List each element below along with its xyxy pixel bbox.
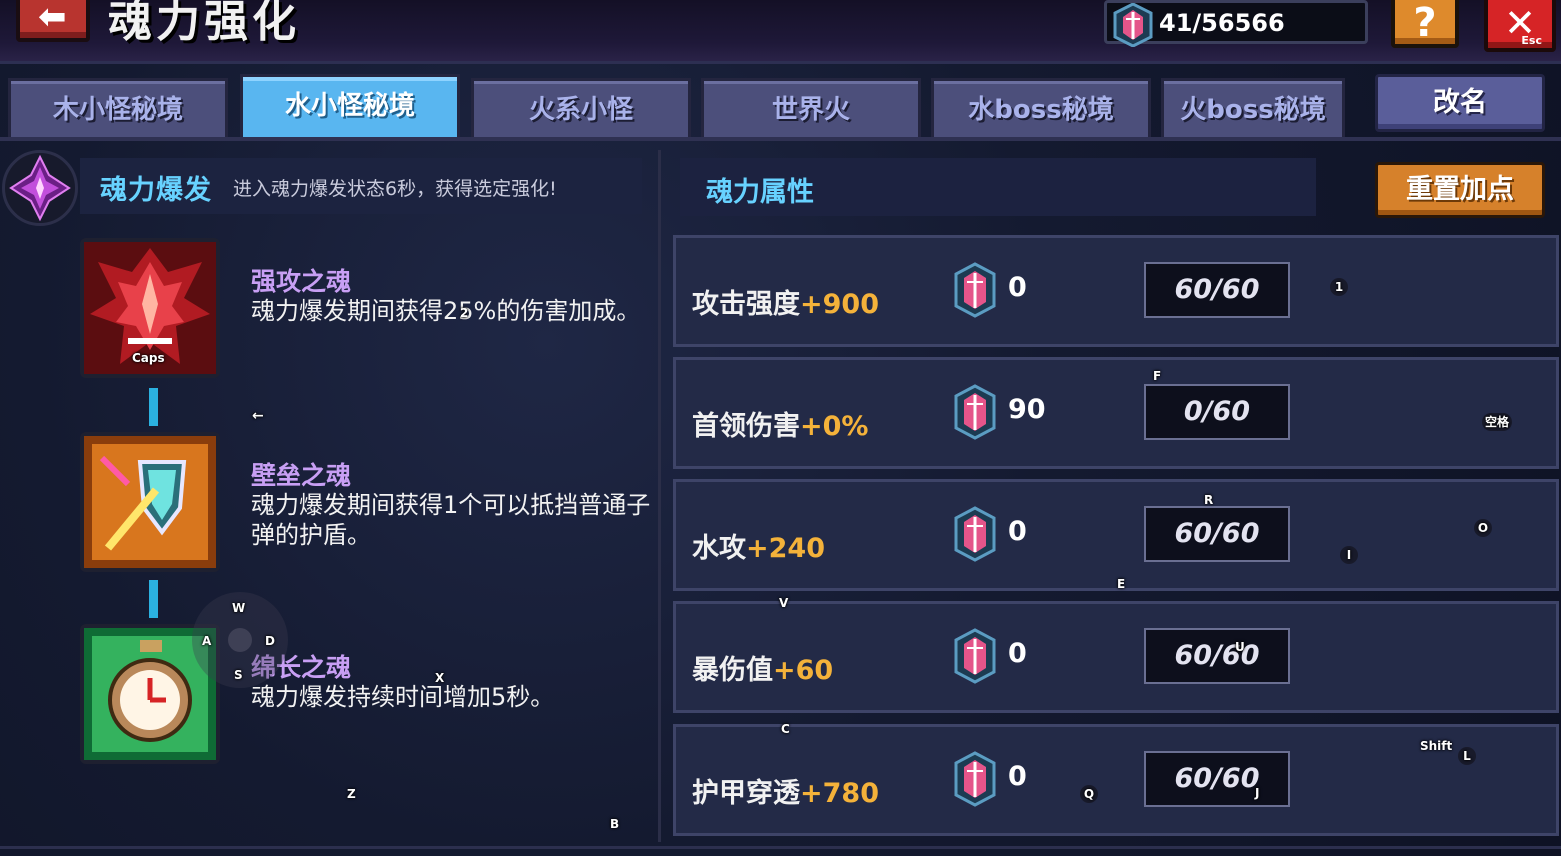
- attribute-row-water-attack: 水攻+240 0 60/60: [673, 479, 1559, 591]
- close-button[interactable]: ✕ Esc: [1484, 0, 1556, 52]
- key-hint-z: Z: [347, 787, 356, 801]
- shield-sword-icon: [84, 436, 216, 568]
- attribute-label: 护甲穿透+780: [692, 778, 879, 809]
- attribute-cost: 0: [1008, 638, 1027, 669]
- soul-count: 41/56566: [1159, 9, 1285, 37]
- key-hint-a: A: [202, 634, 212, 648]
- soul-gem-icon: [952, 751, 998, 811]
- attribute-label: 攻击强度+900: [692, 289, 879, 320]
- skill-description: 魂力爆发期间获得25%的伤害加成。: [251, 297, 641, 325]
- key-hint-o: O: [1474, 519, 1492, 537]
- skill-enduring-soul[interactable]: 绵长之魂 魂力爆发持续时间增加5秒。: [80, 624, 660, 766]
- rename-button[interactable]: 改名: [1375, 74, 1545, 132]
- skill-bulwark-soul[interactable]: 壁垒之魂 魂力爆发期间获得1个可以抵挡普通子弹的护盾。: [80, 432, 660, 574]
- attribute-label: 首领伤害+0%: [692, 411, 869, 442]
- soul-burst-description: 进入魂力爆发状态6秒，获得选定强化!: [233, 178, 557, 200]
- soul-burst-crystal-icon: [2, 150, 78, 226]
- attribute-row-crit-damage: 暴伤值+60 0 60/60: [673, 601, 1559, 713]
- attribute-level-button[interactable]: 60/60: [1144, 751, 1290, 807]
- attribute-cost: 0: [1008, 761, 1027, 792]
- key-hint-c: C: [781, 722, 790, 736]
- key-hint-2: 2: [460, 306, 469, 320]
- key-hint-v: V: [779, 596, 789, 610]
- skill-name: 壁垒之魂: [251, 461, 352, 490]
- attribute-level-button[interactable]: 0/60: [1144, 384, 1290, 440]
- tab-wood-minion-realm[interactable]: 木小怪秘境: [8, 78, 228, 138]
- soul-attributes-header: 魂力属性: [680, 158, 1316, 216]
- key-hint-u: U: [1235, 640, 1245, 654]
- attribute-label: 水攻+240: [692, 533, 825, 564]
- key-hint-space: 空格: [1482, 413, 1512, 431]
- joystick-knob[interactable]: [228, 628, 252, 652]
- soul-burst-title: 魂力爆发: [100, 175, 212, 206]
- tab-fire-minions[interactable]: 火系小怪: [471, 78, 691, 138]
- back-arrow-icon: ⬅: [38, 0, 67, 37]
- key-hint-b: B: [610, 817, 620, 831]
- attribute-cost: 0: [1008, 272, 1027, 303]
- key-hint-w: W: [232, 601, 246, 615]
- key-hint-shift: Shift: [1420, 739, 1453, 753]
- page-title: 魂力强化: [108, 0, 300, 47]
- attribute-row-attack-power: 攻击强度+900 0 60/60: [673, 235, 1559, 347]
- skill-connector: [149, 580, 158, 618]
- tab-world-fire[interactable]: 世界火: [701, 78, 921, 138]
- skill-description: 魂力爆发期间获得1个可以抵挡普通子弹的护盾。: [251, 491, 651, 549]
- key-hint-d: D: [265, 634, 275, 648]
- soul-burst-header: 魂力爆发 进入魂力爆发状态6秒，获得选定强化!: [0, 150, 642, 226]
- skill-frame: [80, 432, 220, 572]
- tab-water-minion-realm[interactable]: 水小怪秘境: [240, 74, 460, 138]
- bottom-border: [0, 846, 1561, 849]
- attribute-row-boss-damage: 首领伤害+0% 90 0/60: [673, 357, 1559, 469]
- soul-gem-icon: [952, 628, 998, 688]
- key-hint-l: L: [1458, 747, 1476, 765]
- attribute-cost: 90: [1008, 394, 1046, 425]
- soul-gem-icon: [952, 384, 998, 444]
- skill-name: 强攻之魂: [251, 267, 352, 296]
- reset-points-button[interactable]: 重置加点: [1375, 162, 1545, 218]
- attribute-label: 暴伤值+60: [692, 655, 834, 686]
- key-hint-r: R: [1204, 493, 1214, 507]
- tab-underline: [0, 137, 1561, 141]
- key-hint-j: J: [1255, 786, 1260, 800]
- key-hint-caps: Caps: [132, 351, 165, 365]
- tab-fire-boss-realm[interactable]: 火boss秘境: [1161, 78, 1345, 138]
- soul-attributes-title: 魂力属性: [706, 177, 814, 208]
- key-hint-left-arrow: ←: [252, 408, 264, 424]
- soul-gem-icon: [952, 262, 998, 322]
- key-hint-q: Q: [1080, 785, 1098, 803]
- attribute-cost: 0: [1008, 516, 1027, 547]
- back-button[interactable]: ⬅: [16, 0, 90, 42]
- soul-currency-counter: 41/56566: [1104, 0, 1368, 48]
- skill-description: 魂力爆发持续时间增加5秒。: [251, 683, 555, 711]
- key-hint-1: 1: [1330, 278, 1348, 296]
- top-bar: ⬅ 魂力强化 41/56566 ? ✕ Esc: [0, 0, 1561, 64]
- soul-gem-icon: [1109, 2, 1157, 51]
- soul-upgrade-screen: { "header": { "title": "魂力强化", "soul_cou…: [0, 0, 1561, 856]
- skill-connector: [149, 388, 158, 426]
- attribute-level-button[interactable]: 60/60: [1144, 628, 1290, 684]
- help-button[interactable]: ?: [1391, 0, 1459, 48]
- attribute-level-button[interactable]: 60/60: [1144, 262, 1290, 318]
- dungeon-tabs: 木小怪秘境 水小怪秘境 火系小怪 世界火 水boss秘境 火boss秘境: [8, 74, 1353, 138]
- key-hint-e: E: [1117, 577, 1126, 591]
- key-hint-i: I: [1340, 546, 1358, 564]
- key-hint-s: S: [234, 668, 243, 682]
- esc-key-hint: Esc: [1521, 34, 1542, 47]
- attribute-level-button[interactable]: 60/60: [1144, 506, 1290, 562]
- panel-divider: [658, 150, 661, 842]
- soul-gem-icon: [952, 506, 998, 566]
- key-hint-x: X: [435, 671, 445, 685]
- key-hint-f: F: [1153, 369, 1162, 383]
- skill-strong-attack-soul[interactable]: 强攻之魂 魂力爆发期间获得25%的伤害加成。: [80, 238, 660, 380]
- tab-water-boss-realm[interactable]: 水boss秘境: [931, 78, 1151, 138]
